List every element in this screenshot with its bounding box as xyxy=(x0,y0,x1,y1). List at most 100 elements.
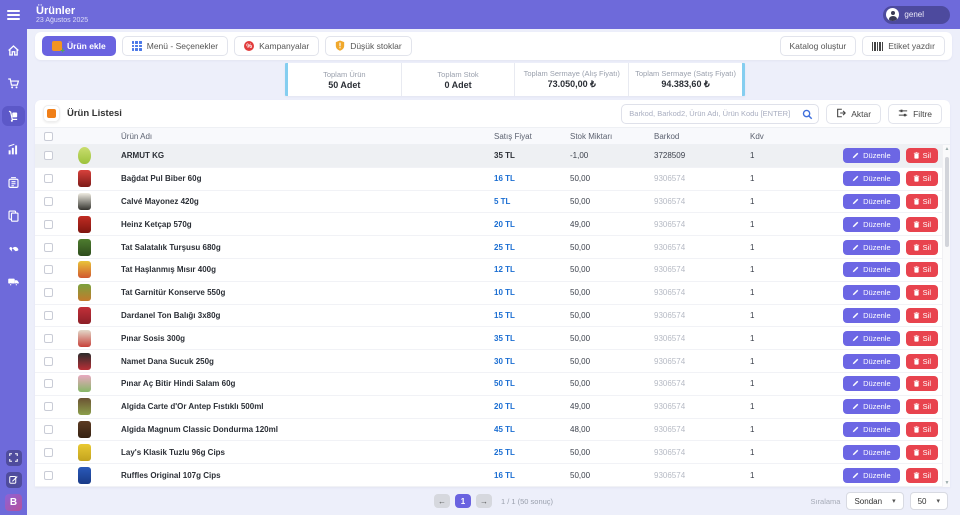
fullscreen-button[interactable] xyxy=(6,450,22,466)
row-checkbox[interactable] xyxy=(44,311,53,320)
brand-logo[interactable]: B xyxy=(5,494,22,511)
delete-button[interactable]: Sil xyxy=(906,285,938,300)
row-checkbox[interactable] xyxy=(44,220,53,229)
edit-button[interactable]: Düzenle xyxy=(843,240,900,255)
low-stock-button[interactable]: Düşük stoklar xyxy=(325,36,412,56)
delete-button[interactable]: Sil xyxy=(906,148,938,163)
edit-button[interactable]: Düzenle xyxy=(843,171,900,186)
product-list-card: Ürün Listesi Aktar Filtre Ürün Adı Satış… xyxy=(35,100,950,487)
export-button[interactable]: Aktar xyxy=(826,104,881,124)
table-row[interactable]: Tat Haşlanmış Mısır 400g 12 TL 50,00 930… xyxy=(35,259,950,282)
delete-button[interactable]: Sil xyxy=(906,354,938,369)
campaigns-button[interactable]: % Kampanyalar xyxy=(234,36,319,56)
prev-page-button[interactable]: ← xyxy=(434,494,450,508)
print-label-button[interactable]: Etiket yazdır xyxy=(862,36,945,56)
vat-value: 1 xyxy=(750,197,800,206)
table-row[interactable]: Lay's Klasik Tuzlu 96g Cips 25 TL 50,00 … xyxy=(35,441,950,464)
row-checkbox[interactable] xyxy=(44,379,53,388)
vat-value: 1 xyxy=(750,334,800,343)
table-scrollbar[interactable]: ▲ ▼ xyxy=(942,145,950,487)
barcode-value: 9306574 xyxy=(654,379,750,388)
edit-button[interactable]: Düzenle xyxy=(843,285,900,300)
delete-button[interactable]: Sil xyxy=(906,422,938,437)
row-checkbox[interactable] xyxy=(44,197,53,206)
delete-button[interactable]: Sil xyxy=(906,399,938,414)
current-page-button[interactable]: 1 xyxy=(455,494,471,508)
table-row[interactable]: Calvé Mayonez 420g 5 TL 50,00 9306574 1 … xyxy=(35,191,950,214)
delete-button[interactable]: Sil xyxy=(906,217,938,232)
table-row[interactable]: Tat Garnitür Konserve 550g 10 TL 50,00 9… xyxy=(35,282,950,305)
delete-button[interactable]: Sil xyxy=(906,468,938,483)
row-checkbox[interactable] xyxy=(44,448,53,457)
chevron-down-icon: ▾ xyxy=(892,497,896,505)
table-row[interactable]: Heinz Ketçap 570g 20 TL 49,00 9306574 1 … xyxy=(35,213,950,236)
delete-button[interactable]: Sil xyxy=(906,194,938,209)
select-all-checkbox[interactable] xyxy=(44,132,53,141)
table-row[interactable]: Algida Magnum Classic Dondurma 120ml 45 … xyxy=(35,419,950,442)
edit-button[interactable]: Düzenle xyxy=(843,217,900,232)
edit-button[interactable]: Düzenle xyxy=(843,399,900,414)
table-row[interactable]: Bağdat Pul Biber 60g 16 TL 50,00 9306574… xyxy=(35,168,950,191)
sidebar-item-settings[interactable] xyxy=(2,238,25,258)
edit-button[interactable]: Düzenle xyxy=(843,308,900,323)
edit-button[interactable]: Düzenle xyxy=(843,194,900,209)
table-row[interactable]: Pınar Aç Bitir Hindi Salam 60g 50 TL 50,… xyxy=(35,373,950,396)
row-checkbox[interactable] xyxy=(44,425,53,434)
hamburger-menu-icon[interactable] xyxy=(7,8,20,22)
table-row[interactable]: Tat Salatalık Turşusu 680g 25 TL 50,00 9… xyxy=(35,236,950,259)
row-checkbox[interactable] xyxy=(44,174,53,183)
table-row[interactable]: Namet Dana Sucuk 250g 30 TL 50,00 930657… xyxy=(35,350,950,373)
filter-button[interactable]: Filtre xyxy=(888,104,942,124)
row-checkbox[interactable] xyxy=(44,357,53,366)
edit-button[interactable]: Düzenle xyxy=(843,422,900,437)
table-row[interactable]: Pınar Sosis 300g 35 TL 50,00 9306574 1 D… xyxy=(35,327,950,350)
user-name: genel xyxy=(904,10,924,19)
table-row[interactable]: ARMUT KG 35 TL -1,00 3728509 1 Düzenle S… xyxy=(35,145,950,168)
sidebar-item-sales[interactable] xyxy=(2,73,25,93)
delete-button[interactable]: Sil xyxy=(906,171,938,186)
create-catalog-button[interactable]: Katalog oluştur xyxy=(780,36,857,56)
user-menu[interactable]: genel xyxy=(883,6,950,24)
page-size-select[interactable]: 50 ▾ xyxy=(910,492,948,510)
stock-quantity: 49,00 xyxy=(570,220,654,229)
search-icon[interactable] xyxy=(802,107,813,125)
search-input[interactable] xyxy=(621,104,819,124)
scroll-down-icon[interactable]: ▼ xyxy=(943,480,950,486)
table-row[interactable]: Algida Carte d'Or Antep Fıstıklı 500ml 2… xyxy=(35,396,950,419)
sidebar-item-documents[interactable] xyxy=(2,205,25,225)
edit-button[interactable]: Düzenle xyxy=(843,262,900,277)
delete-button[interactable]: Sil xyxy=(906,308,938,323)
delete-button[interactable]: Sil xyxy=(906,445,938,460)
next-page-button[interactable]: → xyxy=(476,494,492,508)
sidebar-item-products[interactable] xyxy=(2,106,25,126)
row-checkbox[interactable] xyxy=(44,243,53,252)
edit-note-button[interactable] xyxy=(6,472,22,488)
sidebar-item-reports[interactable] xyxy=(2,139,25,159)
row-checkbox[interactable] xyxy=(44,471,53,480)
delete-button[interactable]: Sil xyxy=(906,376,938,391)
delete-button[interactable]: Sil xyxy=(906,331,938,346)
delete-button[interactable]: Sil xyxy=(906,262,938,277)
sidebar-item-home[interactable] xyxy=(2,40,25,60)
table-row[interactable]: Ruffles Original 107g Cips 16 TL 50,00 9… xyxy=(35,464,950,487)
sort-select[interactable]: Sondan ▾ xyxy=(846,492,903,510)
edit-button[interactable]: Düzenle xyxy=(843,468,900,483)
row-checkbox[interactable] xyxy=(44,151,53,160)
edit-button[interactable]: Düzenle xyxy=(843,331,900,346)
edit-button[interactable]: Düzenle xyxy=(843,376,900,391)
edit-button[interactable]: Düzenle xyxy=(843,445,900,460)
menu-options-button[interactable]: Menü - Seçenekler xyxy=(122,36,228,56)
row-checkbox[interactable] xyxy=(44,334,53,343)
delete-button[interactable]: Sil xyxy=(906,240,938,255)
edit-button[interactable]: Düzenle xyxy=(843,354,900,369)
scroll-up-icon[interactable]: ▲ xyxy=(943,146,950,152)
row-checkbox[interactable] xyxy=(44,265,53,274)
row-checkbox[interactable] xyxy=(44,402,53,411)
vat-value: 1 xyxy=(750,220,800,229)
add-product-button[interactable]: Ürün ekle xyxy=(42,36,116,56)
sidebar-item-register[interactable] xyxy=(2,172,25,192)
edit-button[interactable]: Düzenle xyxy=(843,148,900,163)
sidebar-item-shipping[interactable] xyxy=(2,271,25,291)
row-checkbox[interactable] xyxy=(44,288,53,297)
table-row[interactable]: Dardanel Ton Balığı 3x80g 15 TL 50,00 93… xyxy=(35,305,950,328)
